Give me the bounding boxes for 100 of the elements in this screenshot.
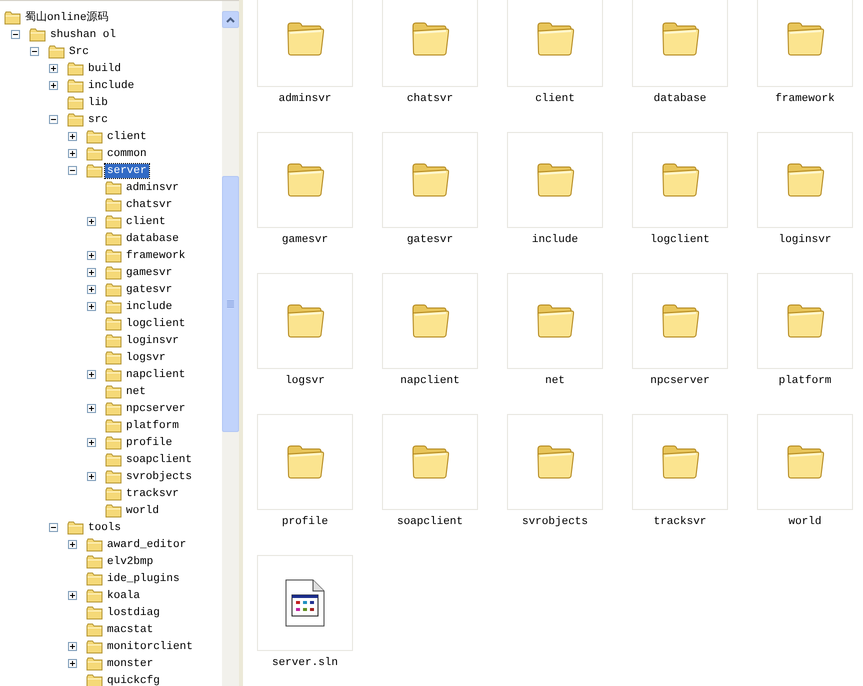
tree-item[interactable]: tracksvr (124, 486, 181, 500)
expand-icon[interactable] (87, 302, 96, 311)
folder-icon (105, 504, 122, 518)
folder-icon (660, 20, 700, 58)
folder-icon (105, 180, 122, 194)
expand-icon[interactable] (87, 370, 96, 379)
thumbnail-frame[interactable] (757, 0, 853, 87)
collapse-icon[interactable] (49, 115, 58, 124)
expand-icon[interactable] (68, 591, 77, 600)
tree-item[interactable]: platform (124, 418, 181, 432)
expand-icon[interactable] (49, 81, 58, 90)
expand-icon[interactable] (87, 251, 96, 260)
thumbnail-frame[interactable] (382, 0, 478, 87)
collapse-icon[interactable] (68, 166, 77, 175)
tree-item[interactable]: napclient (124, 368, 188, 382)
expand-icon[interactable] (49, 64, 58, 73)
thumbnail-frame[interactable] (257, 273, 353, 369)
expand-icon[interactable] (87, 268, 96, 277)
tree-item[interactable]: soapclient (124, 452, 194, 466)
tree-item[interactable]: logsvr (124, 350, 168, 364)
tree-item[interactable]: svrobjects (124, 470, 194, 484)
thumbnail-frame[interactable] (257, 555, 353, 651)
expand-icon[interactable] (68, 540, 77, 549)
tree-item[interactable]: lib (86, 96, 110, 110)
thumbnail-frame[interactable] (507, 0, 603, 87)
tree-item[interactable]: adminsvr (124, 180, 181, 194)
tree-item[interactable]: npcserver (124, 402, 188, 416)
thumbnail-frame[interactable] (632, 273, 728, 369)
folder-icon (105, 436, 122, 450)
tree-item[interactable]: client (124, 214, 168, 228)
folder-icon (86, 130, 103, 144)
tree-item[interactable]: elv2bmp (105, 554, 156, 568)
tree-item[interactable]: database (124, 232, 181, 246)
tree-item[interactable]: logclient (124, 316, 188, 330)
file-name: net (545, 375, 565, 388)
thumbnail-frame[interactable] (507, 414, 603, 510)
expand-icon[interactable] (87, 472, 96, 481)
tree-item[interactable]: chatsvr (124, 198, 174, 212)
expand-icon[interactable] (87, 438, 96, 447)
thumbnail-frame[interactable] (257, 414, 353, 510)
tree-item[interactable]: world (124, 504, 162, 518)
thumbnail-frame[interactable] (257, 0, 353, 87)
folder-icon (105, 198, 122, 212)
thumbnail-frame[interactable] (382, 273, 478, 369)
thumbnail-frame[interactable] (382, 132, 478, 228)
tree-item[interactable]: server (105, 164, 149, 178)
thumbnail-frame[interactable] (382, 414, 478, 510)
tree-item[interactable]: ide_plugins (105, 572, 182, 586)
folder-icon (785, 302, 825, 340)
tree-item[interactable]: 蜀山online源码 (23, 10, 111, 24)
tree-item[interactable]: quickcfg (105, 674, 162, 686)
expand-icon[interactable] (87, 285, 96, 294)
file-name: framework (775, 93, 835, 106)
thumbnail-frame[interactable] (507, 273, 603, 369)
tree-item[interactable]: framework (124, 248, 188, 262)
tree-item[interactable]: include (124, 300, 174, 314)
tree-item[interactable]: client (105, 130, 149, 144)
thumbnail-frame[interactable] (632, 414, 728, 510)
thumbnail-frame[interactable] (507, 132, 603, 228)
tree-item[interactable]: gamesvr (124, 266, 174, 280)
collapse-icon[interactable] (11, 30, 20, 39)
thumbnail-frame[interactable] (257, 132, 353, 228)
file-name: loginsvr (778, 234, 832, 247)
tree-item[interactable]: monitorclient (105, 640, 195, 654)
tree-item[interactable]: lostdiag (105, 606, 162, 620)
tree-item[interactable]: net (124, 384, 148, 398)
tree-item[interactable]: award_editor (105, 538, 188, 552)
folder-icon (86, 640, 103, 654)
expand-icon[interactable] (87, 217, 96, 226)
scroll-up-button[interactable] (222, 11, 239, 28)
tree-item[interactable]: loginsvr (124, 334, 181, 348)
file-name: adminsvr (278, 93, 332, 106)
tree-item[interactable]: profile (124, 436, 174, 450)
thumbnail-frame[interactable] (757, 414, 853, 510)
collapse-icon[interactable] (30, 47, 39, 56)
tree-item[interactable]: koala (105, 588, 142, 602)
expand-icon[interactable] (68, 132, 77, 141)
tree-item[interactable]: include (86, 78, 136, 92)
tree-item[interactable]: shushan ol (48, 28, 118, 42)
thumbnail-frame[interactable] (757, 132, 853, 228)
thumbnail-frame[interactable] (632, 132, 728, 228)
folder-icon (105, 402, 122, 416)
expand-icon[interactable] (68, 659, 77, 668)
tree-item[interactable]: Src (67, 44, 91, 58)
thumbnail-frame[interactable] (757, 273, 853, 369)
expand-icon[interactable] (68, 642, 77, 651)
collapse-icon[interactable] (49, 523, 58, 532)
scrollbar-thumb[interactable] (222, 176, 239, 432)
tree-item[interactable]: tools (86, 520, 124, 534)
folder-icon (4, 10, 21, 24)
expand-icon[interactable] (87, 404, 96, 413)
thumbnail-frame[interactable] (632, 0, 728, 87)
tree-item[interactable]: gatesvr (124, 282, 174, 296)
expand-icon[interactable] (68, 149, 77, 158)
file-name: npcserver (650, 375, 710, 388)
tree-item[interactable]: monster (105, 656, 156, 670)
tree-item[interactable]: src (86, 112, 110, 126)
tree-item[interactable]: common (105, 146, 149, 160)
tree-item[interactable]: macstat (105, 622, 156, 636)
tree-item[interactable]: build (86, 62, 124, 76)
